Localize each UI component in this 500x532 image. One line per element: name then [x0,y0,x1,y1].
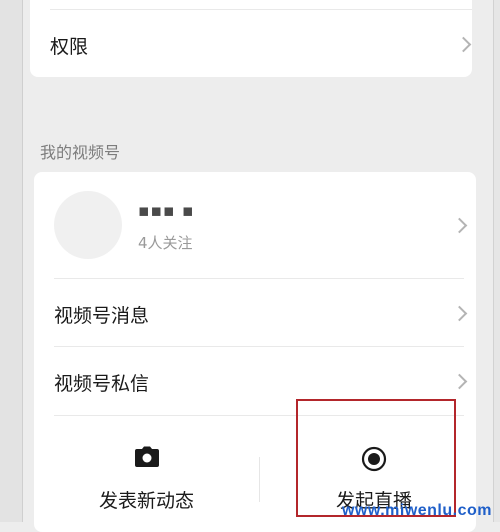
post-update-button[interactable]: 发表新动态 [34,418,259,518]
chevron-right-icon [455,36,472,53]
divider [54,415,464,416]
section-title: 我的视频号 [40,143,121,162]
post-update-label: 发表新动态 [98,490,194,512]
record-icon [361,446,387,476]
right-frame [493,0,500,522]
channel-private-messages-label: 视频号私信 [54,373,150,395]
chevron-right-icon [451,373,468,390]
profile-name: ▪▪▪ ▪ [138,201,195,221]
divider [259,457,260,502]
channel-private-messages-row[interactable]: 视频号私信 [34,347,476,414]
left-frame [0,0,23,522]
follow-count: 4人关注 [138,234,193,252]
chevron-right-icon [451,217,468,234]
permissions-row[interactable]: 权限 [30,10,472,77]
channels-card: ▪▪▪ ▪ 4人关注 视频号消息 视频号私信 发表新动态 发起直播 [34,172,476,532]
channel-messages-label: 视频号消息 [54,305,150,327]
avatar [54,191,122,259]
profile-row[interactable]: ▪▪▪ ▪ 4人关注 [34,172,476,278]
camera-icon [134,446,160,472]
watermark: www.miwenlu.com [341,502,492,519]
settings-card: 权限 [30,0,472,77]
chevron-right-icon [451,305,468,322]
channel-messages-row[interactable]: 视频号消息 [34,279,476,346]
permissions-label: 权限 [50,36,89,58]
